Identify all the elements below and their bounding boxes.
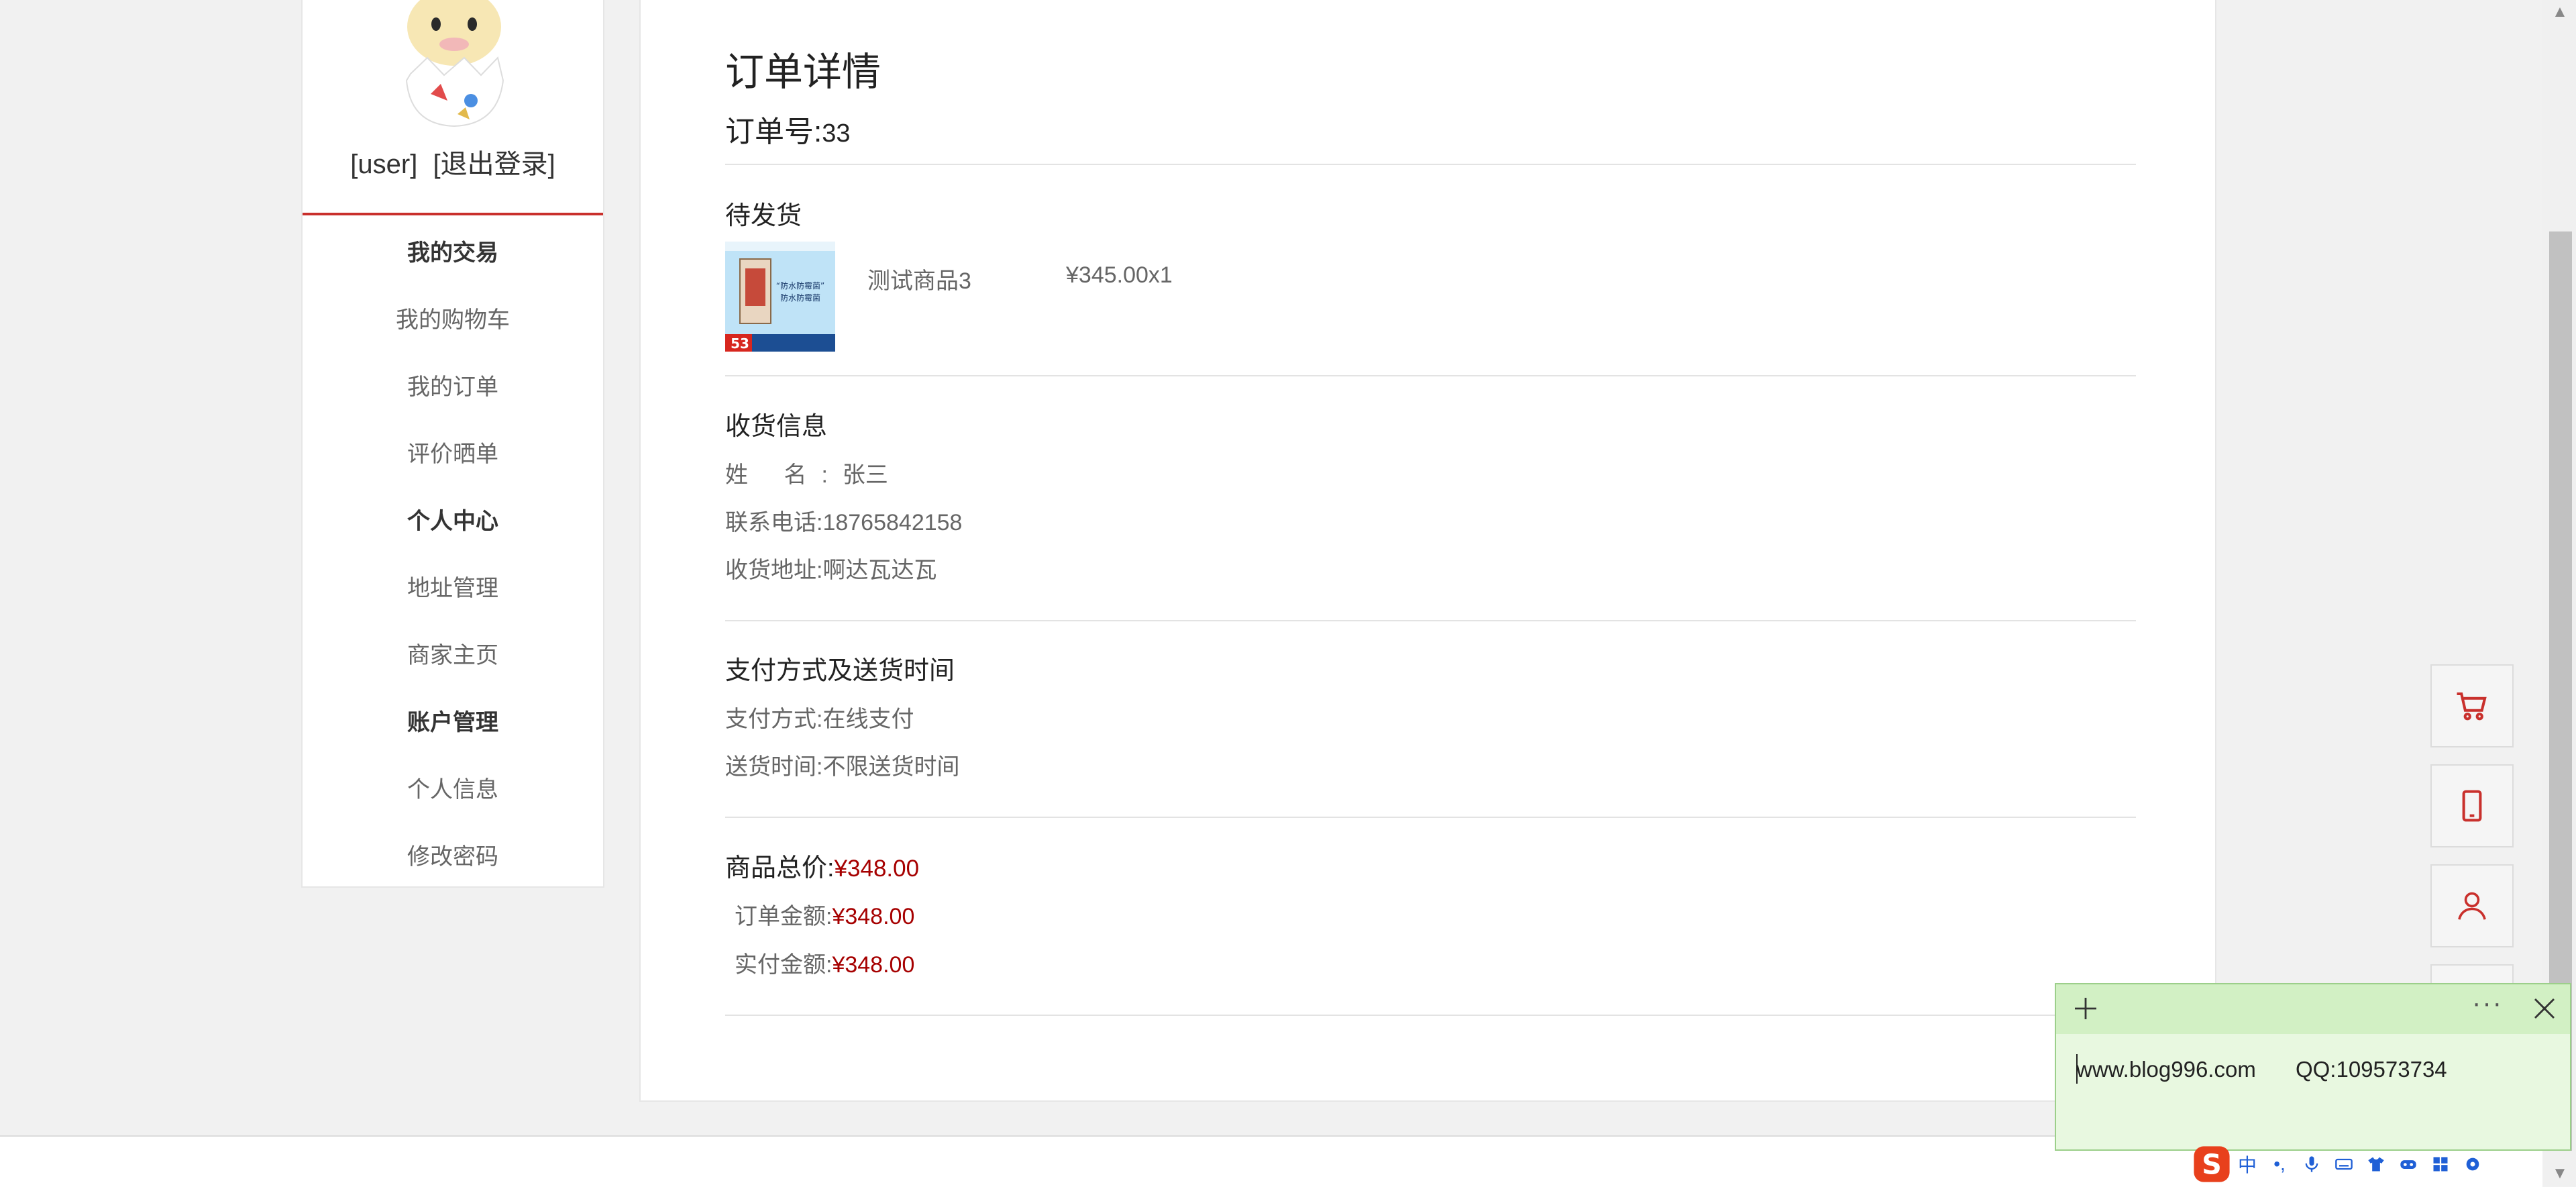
menu-heading-account: 账户管理: [407, 710, 498, 735]
order-number: 订单号:33: [725, 107, 851, 150]
mobile-icon: [2462, 790, 2482, 822]
thumb-text-1: “防水防霉菌”: [776, 280, 824, 291]
order-status: 待发货: [725, 202, 802, 230]
divider: [725, 620, 2136, 621]
delivery-time-label: 送货时间:: [725, 754, 823, 780]
payment-title: 支付方式及送货时间: [725, 657, 955, 685]
thumb-price: 53: [731, 336, 749, 352]
delivery-time: 送货时间:不限送货时间: [725, 748, 959, 781]
settings-gear-icon[interactable]: [2457, 1148, 2489, 1180]
menu-item-address[interactable]: 地址管理: [303, 570, 603, 603]
toolbox-grid-icon[interactable]: [2424, 1148, 2457, 1180]
recipient-name-label: 姓 名:: [725, 462, 843, 488]
menu-item-password[interactable]: 修改密码: [303, 838, 603, 871]
product-name[interactable]: 测试商品3: [867, 262, 971, 295]
recipient-name: 姓 名:张三: [725, 456, 888, 489]
scroll-up-icon[interactable]: ▲: [2551, 3, 2569, 21]
menu-item-cart[interactable]: 我的购物车: [303, 301, 603, 334]
menu-heading-personal: 个人中心: [407, 509, 498, 534]
avatar: [405, 0, 504, 127]
product-thumbnail[interactable]: “防水防霉菌” 防水防霉菌 53: [725, 242, 835, 352]
add-note-icon[interactable]: [2070, 992, 2102, 1025]
microphone-icon[interactable]: [2296, 1148, 2328, 1180]
order-amount: 订单金额:¥348.00: [735, 898, 914, 931]
sogou-logo-icon[interactable]: S: [2192, 1145, 2231, 1184]
recipient-phone-value: 18765842158: [822, 510, 963, 535]
skin-shirt-icon[interactable]: [2360, 1148, 2392, 1180]
logout-link[interactable]: [退出登录]: [433, 150, 555, 179]
order-amount-value: ¥348.00: [832, 904, 915, 929]
menu-item-orders[interactable]: 我的订单: [303, 368, 603, 401]
menu-item-profile[interactable]: 个人信息: [303, 771, 603, 804]
more-options-icon[interactable]: ···: [2472, 988, 2503, 1019]
sidebar-divider: [303, 213, 603, 215]
order-amount-label: 订单金额:: [735, 904, 833, 929]
sidebar: [user] [退出登录] 我的交易 我的购物车 我的订单 评价晒单 个人中心 …: [301, 0, 604, 888]
page-title: 订单详情: [725, 50, 881, 94]
cart-icon: [2457, 692, 2487, 721]
sticky-note-header: ···: [2056, 984, 2570, 1034]
goods-total-value: ¥348.00: [834, 856, 920, 882]
paid-amount-label: 实付金额:: [735, 952, 833, 978]
ime-punct-toggle[interactable]: •,: [2263, 1148, 2296, 1180]
paid-amount-value: ¥348.00: [832, 952, 915, 978]
payment-method: 支付方式:在线支付: [725, 701, 914, 733]
game-controller-icon[interactable]: [2392, 1148, 2424, 1180]
thumb-text-2: 防水防霉菌: [780, 293, 820, 303]
user-icon: [2458, 892, 2486, 920]
ime-toolbar: S 中 •,: [2192, 1143, 2498, 1186]
delivery-time-value: 不限送货时间: [822, 754, 960, 780]
recipient-phone: 联系电话:18765842158: [725, 504, 962, 537]
recipient-address-label: 收货地址:: [725, 558, 823, 583]
payment-method-value: 在线支付: [822, 707, 914, 732]
divider: [725, 375, 2136, 376]
menu-heading-trade: 我的交易: [407, 240, 498, 266]
ime-logo-letter: S: [2202, 1149, 2222, 1181]
order-number-value: 33: [822, 119, 851, 148]
menu-item-reviews[interactable]: 评价晒单: [303, 435, 603, 468]
payment-method-label: 支付方式:: [725, 707, 823, 732]
username-link[interactable]: [user]: [350, 150, 417, 179]
scroll-down-icon[interactable]: ▼: [2551, 1164, 2569, 1183]
recipient-phone-label: 联系电话:: [725, 510, 823, 535]
goods-total-label: 商品总价:: [725, 854, 835, 882]
floating-mobile-button[interactable]: [2430, 764, 2514, 847]
recipient-address: 收货地址:啊达瓦达瓦: [725, 552, 936, 584]
recipient-address-value: 啊达瓦达瓦: [822, 558, 937, 583]
paid-amount: 实付金额:¥348.00: [735, 946, 914, 979]
note-text[interactable]: www.blog996.com QQ:109573734: [2076, 1057, 2447, 1082]
order-detail-panel: 订单详情 订单号:33 待发货 “防水防霉菌” 防水防霉菌 53 测试商品3 ¥…: [639, 0, 2216, 1102]
divider: [725, 1015, 2136, 1016]
product-price-qty: ¥345.00x1: [1066, 262, 1173, 288]
order-number-label: 订单号:: [725, 115, 822, 148]
ime-lang-toggle[interactable]: 中: [2231, 1148, 2263, 1180]
divider: [725, 817, 2136, 818]
menu-item-merchant[interactable]: 商家主页: [303, 637, 603, 670]
close-icon[interactable]: [2528, 992, 2561, 1025]
recipient-name-value: 张三: [842, 462, 888, 488]
floating-cart-button[interactable]: [2430, 664, 2514, 747]
sticky-note[interactable]: ··· www.blog996.com QQ:109573734: [2055, 983, 2571, 1151]
user-line: [user] [退出登录]: [303, 142, 603, 181]
divider: [725, 164, 2136, 165]
keyboard-icon[interactable]: [2328, 1148, 2360, 1180]
floating-user-button[interactable]: [2430, 864, 2514, 947]
shipping-title: 收货信息: [725, 413, 828, 441]
goods-total: 商品总价:¥348.00: [725, 847, 919, 884]
